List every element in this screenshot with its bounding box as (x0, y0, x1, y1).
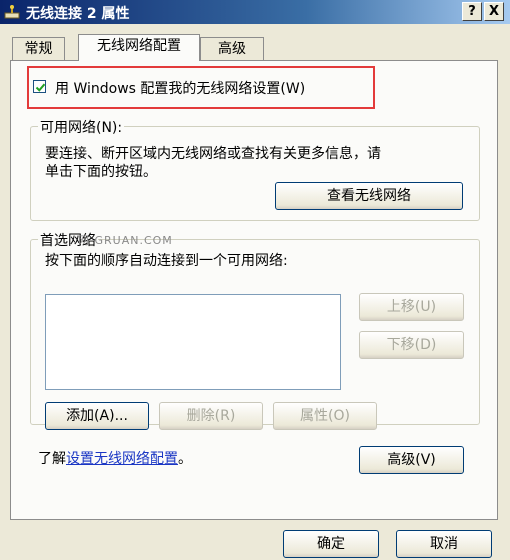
window-title: 无线连接 2 属性 (26, 6, 130, 22)
close-button[interactable]: X (484, 2, 504, 21)
network-connection-icon (4, 4, 20, 20)
preferred-networks-instruction: 按下面的顺序自动连接到一个可用网络: (45, 253, 288, 269)
add-button[interactable]: 添加(A)... (45, 402, 149, 430)
watermark: 网 GRUAN.COM (78, 234, 173, 247)
windows-config-checkbox[interactable] (33, 80, 46, 93)
view-wireless-networks-button[interactable]: 查看无线网络 (275, 182, 463, 210)
remove-button[interactable]: 删除(R) (159, 402, 263, 430)
properties-button[interactable]: 属性(O) (273, 402, 377, 430)
cancel-button[interactable]: 取消 (396, 530, 492, 558)
windows-config-label[interactable]: 用 Windows 配置我的无线网络设置(W) (55, 78, 305, 98)
title-bar[interactable]: 无线连接 2 属性 ? X (0, 0, 510, 24)
move-up-button[interactable]: 上移(U) (359, 293, 464, 321)
tab-general[interactable]: 常规 (12, 37, 65, 61)
advanced-button[interactable]: 高级(V) (359, 446, 464, 474)
checkmark-icon (35, 83, 46, 92)
wireless-config-help-link[interactable]: 设置无线网络配置 (66, 451, 178, 467)
available-networks-description-line1: 要连接、断开区域内无线网络或查找有关更多信息，请 (45, 146, 381, 162)
learn-more-suffix: 。 (178, 451, 192, 467)
preferred-networks-list[interactable] (45, 294, 341, 390)
tab-wireless-networks[interactable]: 无线网络配置 (78, 34, 200, 61)
move-down-button[interactable]: 下移(D) (359, 331, 464, 359)
help-button[interactable]: ? (462, 2, 482, 21)
ok-button[interactable]: 确定 (283, 530, 379, 558)
available-networks-description-line2: 单击下面的按钮。 (45, 164, 157, 180)
available-networks-legend: 可用网络(N): (38, 117, 125, 137)
learn-more-text: 了解设置无线网络配置。 (38, 448, 192, 468)
learn-more-prefix: 了解 (38, 451, 66, 467)
tab-advanced[interactable]: 高级 (200, 37, 264, 61)
